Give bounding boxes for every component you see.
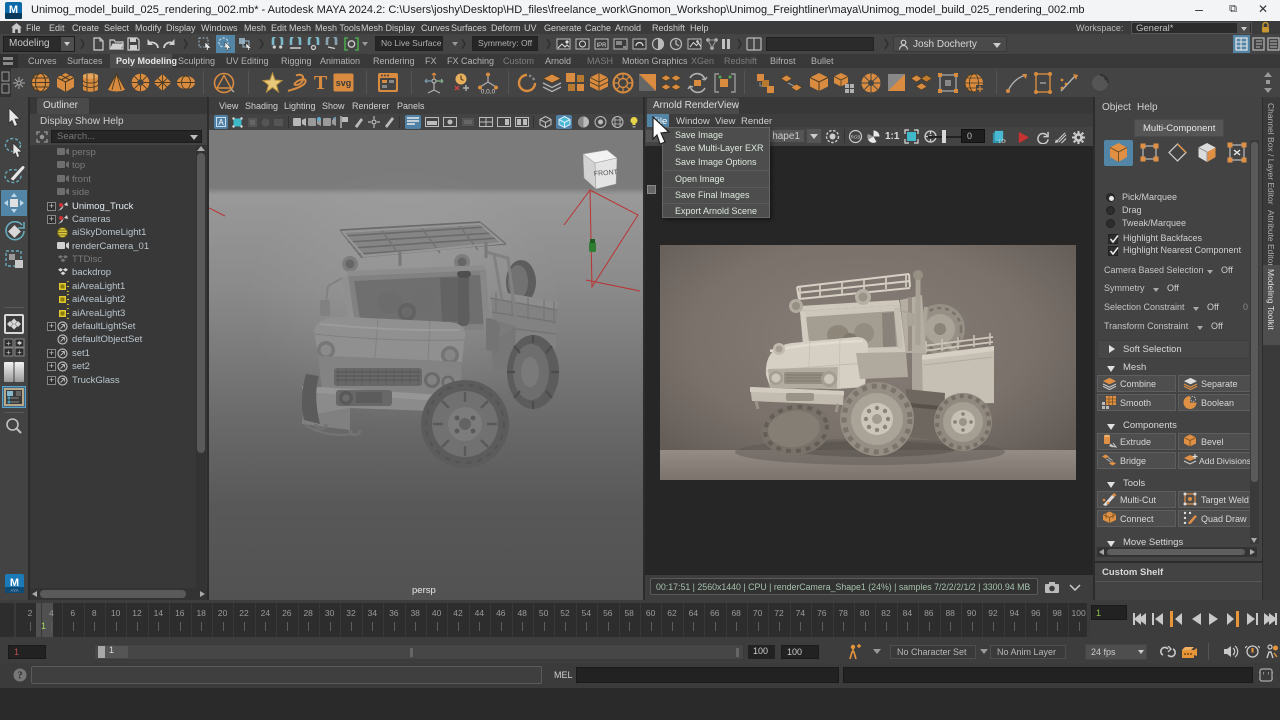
svg-text:?: ? [18,671,23,682]
svg-text:+: + [6,339,11,348]
svg-text:AYA: AYA [10,588,18,593]
svg-text:0,0,0: 0,0,0 [481,89,496,95]
svg-text:svg: svg [336,78,352,88]
svg-text:M: M [9,4,18,16]
svg-text:A: A [218,118,224,127]
svg-text:{''}: {''} [1259,672,1273,681]
svg-text:+: + [17,348,22,357]
svg-text:LOG: LOG [999,139,1007,144]
svg-text:+: + [6,348,11,357]
svg-text:RGB: RGB [851,135,861,140]
svg-text:IPR: IPR [596,43,607,49]
svg-text:T: T [314,72,328,93]
